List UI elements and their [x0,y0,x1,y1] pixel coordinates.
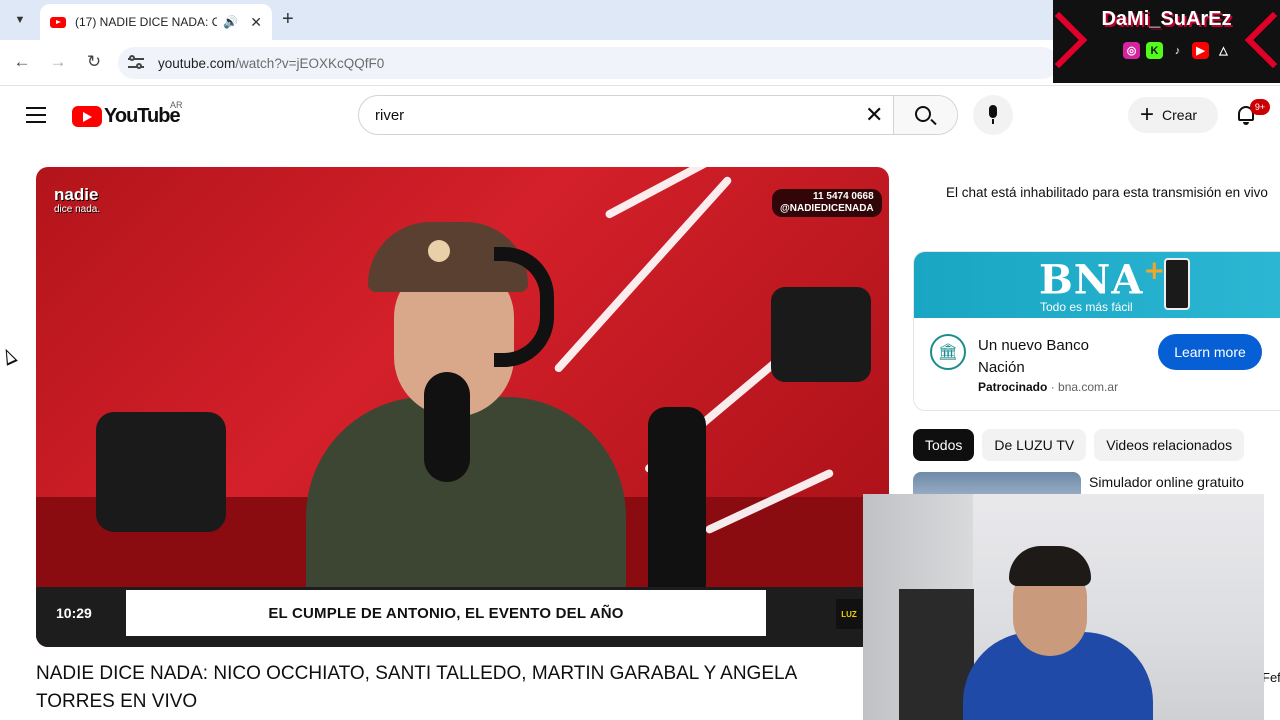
notification-badge: 9+ [1250,99,1270,115]
close-tab-icon[interactable]: ✕ [250,14,262,31]
nadie-dice-nada-logo: nadie dice nada. [54,185,101,217]
studio-light [96,412,226,532]
chip-todos[interactable]: Todos [913,429,975,461]
url-text: youtube.com/watch?v=jEOXKcQQfF0 [158,56,384,71]
bank-avatar-icon: 🏛 [930,334,966,370]
handle: @NADIEDICENADA [780,203,874,214]
youtube-favicon-icon [50,16,66,28]
bna-logo-text: BNA [1039,256,1144,304]
host-figure [306,207,626,647]
video-title: NADIE DICE NADA: NICO OCCHIATO, SANTI TA… [36,663,797,712]
mouse-cursor-icon [0,346,18,366]
timecode: 10:29 [56,605,92,621]
phone-image-icon [1164,258,1190,310]
ad-domain: bna.com.ar [1058,380,1119,394]
luzu-corner-logo: LUZ [836,599,862,629]
create-button[interactable]: + Crear [1128,97,1218,133]
video-player[interactable]: nadie dice nada. 11 5474 0668 @NADIEDICE… [36,167,889,647]
clear-search-icon[interactable]: ✕ [865,104,883,126]
forward-arrow-icon[interactable]: → [47,52,69,72]
ad-meta: Patrocinado · bna.com.ar [978,380,1119,394]
speaker-icon[interactable]: 🔊 [223,15,238,29]
logo-line-1: nadie [54,185,99,204]
phone-tag: 11 5474 0668 @NADIEDICENADA [772,189,882,217]
new-tab-plus-icon[interactable]: + [282,9,294,29]
related-filter-chips: Todos De LUZU TV Videos relacionados [913,429,1245,461]
voice-search-button[interactable] [973,95,1013,135]
browser-tab-youtube[interactable]: (17) NADIE DICE NADA: OC 🔊 ✕ [40,4,272,40]
lower-third-caption: EL CUMPLE DE ANTONIO, EL EVENTO DEL AÑO [126,590,766,636]
youtube-logo-text: YouTube [104,105,181,127]
studio-light [771,287,871,382]
youtube-header: YouTube AR ✕ + Crear 9+ [0,87,1280,143]
ad-title[interactable]: Un nuevo Banco Nación [978,335,1128,379]
microphone-icon [989,105,997,118]
chat-disabled-message: El chat está inhabilitado para esta tran… [946,185,1268,200]
url-path: /watch?v=jEOXKcQQfF0 [235,55,385,71]
search-box: ✕ [358,95,958,135]
url-field[interactable]: youtube.com/watch?v=jEOXKcQQfF0 [118,47,1058,79]
water-bottle [648,407,706,597]
streamer-brand-overlay: DaMi_SuArEz ◎ K ♪ ▶ △ [1053,0,1280,83]
youtube-social-icon: ▶ [1192,42,1209,59]
ad-banner[interactable]: BNA+ Todo es más fácil [914,252,1280,318]
tab-title: (17) NADIE DICE NADA: OC [75,15,218,29]
bna-logo: BNA+ [1039,256,1167,304]
url-host: youtube.com [158,55,236,71]
country-code: AR [170,100,183,110]
kick-icon: K [1146,42,1163,59]
chip-de-luzu-tv[interactable]: De LUZU TV [982,429,1087,461]
plus-icon: + [1140,101,1155,128]
menu-hamburger-icon[interactable] [26,107,46,123]
streamer-name: DaMi_SuArEz [1101,8,1232,30]
sponsored-label: Patrocinado [978,380,1048,394]
site-info-icon[interactable] [128,55,146,71]
logo-line-2: dice nada. [54,204,101,215]
notifications-bell-icon[interactable]: 9+ [1236,99,1270,127]
search-icon [915,106,931,122]
webcam-overlay [863,494,1264,720]
tab-search-chevron-icon[interactable]: ▼ [8,8,32,32]
back-arrow-icon[interactable]: ← [11,52,33,72]
create-label: Crear [1162,107,1198,123]
alert-triangle-icon: △ [1215,42,1232,59]
search-input[interactable] [359,96,895,134]
reload-icon[interactable]: ↻ [83,52,105,72]
recommended-video-title-fragment[interactable]: Fef [1262,670,1280,685]
search-button[interactable] [893,96,957,134]
sponsored-ad-card[interactable]: BNA+ Todo es más fácil 🏛 Un nuevo Banco … [913,251,1280,411]
social-icons: ◎ K ♪ ▶ △ [1123,42,1232,59]
youtube-play-logo-icon [72,106,102,127]
chip-videos-relacionados[interactable]: Videos relacionados [1094,429,1245,461]
tiktok-icon: ♪ [1169,42,1186,59]
recommended-video-title[interactable]: Simulador online gratuito [1089,474,1244,490]
learn-more-button[interactable]: Learn more [1158,334,1262,370]
phone-number: 11 5474 0668 [813,191,874,202]
instagram-icon: ◎ [1123,42,1140,59]
youtube-logo[interactable]: YouTube AR [72,100,183,128]
ad-tagline: Todo es más fácil [1040,300,1133,314]
